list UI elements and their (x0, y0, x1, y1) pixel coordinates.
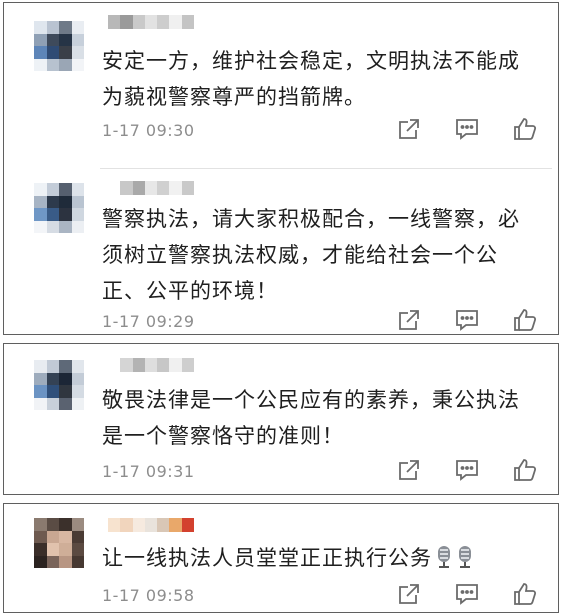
comment-card-1: 安定一方，维护社会稳定，文明执法不能成为藐视警察尊严的挡箭牌。 1-17 09:… (3, 2, 559, 335)
comment-text: 让一线执法人员堂堂正正执行公务 (102, 540, 534, 576)
comment-text: 警察执法，请大家积极配合，一线警察，必须树立警察执法权威，才能给社会一个公正、公… (102, 207, 520, 303)
share-icon[interactable] (396, 457, 422, 483)
share-icon[interactable] (396, 307, 422, 333)
comment-icon[interactable] (454, 116, 480, 142)
avatar[interactable] (34, 183, 84, 233)
comment-item-3: 敬畏法律是一个公民应有的素养，秉公执法是一个警察恪守的准则！ 1-17 09:3… (4, 344, 558, 496)
avatar[interactable] (34, 21, 84, 71)
avatar[interactable] (34, 360, 84, 410)
comment-item-4: 让一线执法人员堂堂正正执行公务 1-17 09:58 (4, 504, 558, 614)
comment-actions (396, 307, 538, 333)
thumbs-up-icon[interactable] (512, 581, 538, 607)
comment-icon[interactable] (454, 581, 480, 607)
comment-card-3: 让一线执法人员堂堂正正执行公务 1-17 09:58 (3, 503, 559, 613)
comment-card-2: 敬畏法律是一个公民应有的素养，秉公执法是一个警察恪守的准则！ 1-17 09:3… (3, 343, 559, 495)
share-icon[interactable] (396, 116, 422, 142)
comment-text: 敬畏法律是一个公民应有的素养，秉公执法是一个警察恪守的准则！ (102, 388, 520, 448)
comment-timestamp: 1-17 09:58 (102, 586, 195, 605)
comment-text: 安定一方，维护社会稳定，文明执法不能成为藐视警察尊严的挡箭牌。 (102, 49, 520, 109)
share-icon[interactable] (396, 581, 422, 607)
username-blurred (108, 518, 194, 532)
thumbs-up-icon[interactable] (512, 457, 538, 483)
comment-actions (396, 116, 538, 142)
comment-timestamp: 1-17 09:29 (102, 312, 195, 331)
comment-item-1: 安定一方，维护社会稳定，文明执法不能成为藐视警察尊严的挡箭牌。 1-17 09:… (4, 3, 558, 169)
username-blurred (108, 181, 194, 195)
microphone-emoji-1 (435, 544, 453, 568)
comment-icon[interactable] (454, 307, 480, 333)
comment-actions (396, 457, 538, 483)
microphone-emoji-2 (456, 544, 474, 568)
avatar-mosaic (34, 518, 84, 568)
comment-item-2: 警察执法，请大家积极配合，一线警察，必须树立警察执法权威，才能给社会一个公正、公… (4, 169, 558, 336)
username-blurred (108, 358, 194, 372)
username-blurred (108, 15, 194, 29)
comment-actions (396, 581, 538, 607)
avatar-mosaic (34, 183, 84, 233)
comment-icon[interactable] (454, 457, 480, 483)
comment-timestamp: 1-17 09:31 (102, 462, 195, 481)
avatar[interactable] (34, 518, 84, 568)
thumbs-up-icon[interactable] (512, 116, 538, 142)
thumbs-up-icon[interactable] (512, 307, 538, 333)
avatar-mosaic (34, 21, 84, 71)
comment-timestamp: 1-17 09:30 (102, 121, 195, 140)
comment-text-content: 让一线执法人员堂堂正正执行公务 (102, 546, 432, 570)
avatar-mosaic (34, 360, 84, 410)
